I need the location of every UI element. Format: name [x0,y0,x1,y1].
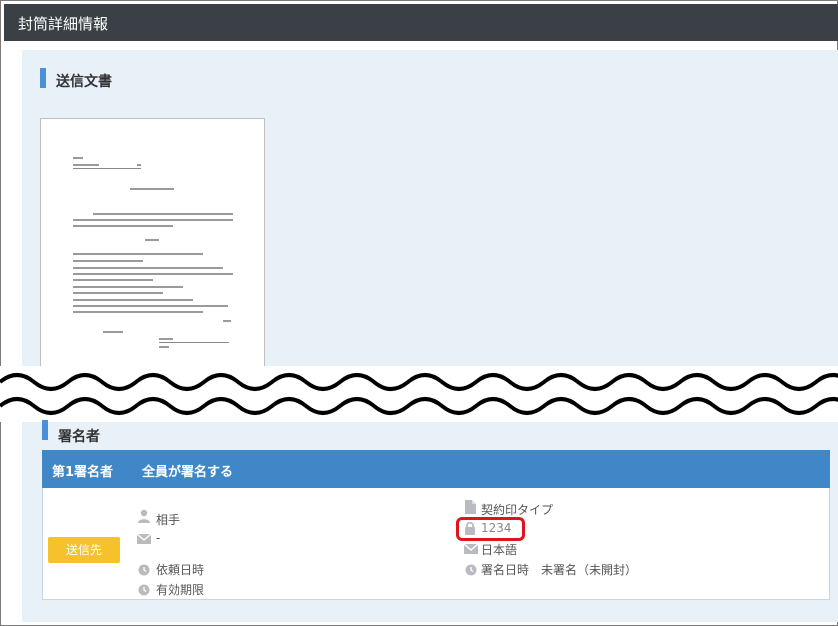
document-section-title: 送信文書 [56,74,112,90]
requested-datetime-label: 依頼日時 [156,563,205,577]
page-header: 封筒詳細情報 [4,4,838,41]
signed-datetime-label: 署名日時 [481,563,530,577]
person-icon [138,509,150,523]
access-code-highlight [456,517,525,541]
document-icon [465,500,476,514]
signer-email: - [156,531,161,545]
wave-divider [0,366,838,422]
mail-icon [137,533,151,544]
section-accent-bar [40,68,46,88]
signer-name: 相手 [156,513,181,527]
language-value: 日本語 [481,543,518,557]
status-badge: 送信先 [48,537,120,563]
signers-section-title: 署名者 [58,429,100,445]
expiry-label: 有効期限 [156,583,205,597]
contract-seal-type-label: 契約印タイプ [481,503,554,517]
mail-icon [464,543,478,554]
signer-order-label: 第1署名者 [52,465,114,480]
signer-mode-label: 全員が署名する [142,465,234,480]
section-accent-bar [42,420,48,440]
signer-header: 第1署名者 全員が署名する [42,450,830,488]
clock-icon [465,564,477,576]
page-title: 封筒詳細情報 [18,15,109,33]
clock-icon [138,584,150,596]
clock-icon [138,564,150,576]
signed-status: 未署名（未開封） [541,563,638,577]
